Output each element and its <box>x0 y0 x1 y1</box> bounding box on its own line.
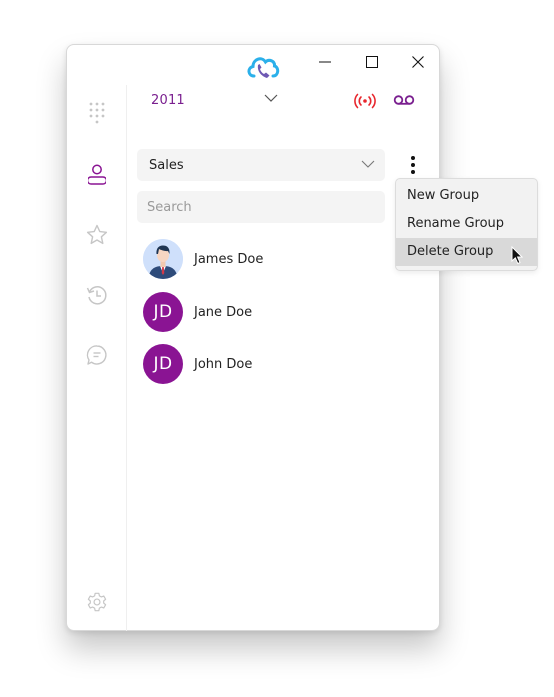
menu-item-rename-group[interactable]: Rename Group <box>396 210 537 238</box>
sidebar-item-history[interactable] <box>85 283 109 307</box>
contact-row[interactable]: JD Jane Doe <box>137 290 377 334</box>
sidebar-item-favorites[interactable] <box>85 223 109 247</box>
sidebar-item-dialpad[interactable] <box>85 101 109 125</box>
extension-label[interactable]: 2011 <box>151 93 185 108</box>
minimize-icon <box>319 61 331 63</box>
app-window: 2011 Sales Search James Doe JD Jane Doe … <box>66 44 440 631</box>
header-bar: 2011 <box>127 85 440 117</box>
group-select[interactable]: Sales <box>137 149 385 181</box>
chat-icon <box>86 345 107 365</box>
gear-icon <box>87 592 107 612</box>
title-bar <box>67 45 439 79</box>
star-icon <box>86 224 108 245</box>
close-icon <box>412 56 424 68</box>
menu-item-new-group[interactable]: New Group <box>396 182 537 210</box>
chevron-down-icon <box>361 160 375 168</box>
broadcast-icon[interactable] <box>353 93 377 109</box>
contacts-icon <box>88 164 106 185</box>
contact-name: James Doe <box>194 251 264 267</box>
avatar <box>143 239 183 279</box>
sidebar-item-contacts[interactable] <box>85 163 109 187</box>
avatar: JD <box>143 292 183 332</box>
sidebar-item-chat[interactable] <box>85 343 109 367</box>
contact-name: John Doe <box>194 356 253 372</box>
group-options-button[interactable] <box>403 151 423 179</box>
sidebar <box>67 85 127 631</box>
chevron-down-icon[interactable] <box>264 93 278 103</box>
maximize-button[interactable] <box>352 49 392 75</box>
avatar: JD <box>143 344 183 384</box>
minimize-button[interactable] <box>305 49 345 75</box>
search-input[interactable] <box>137 191 385 223</box>
settings-button[interactable] <box>85 590 109 614</box>
mouse-cursor-icon <box>511 246 523 265</box>
history-icon <box>86 286 107 305</box>
close-button[interactable] <box>398 49 438 75</box>
dialpad-icon <box>89 102 105 124</box>
person-avatar-icon <box>143 239 183 279</box>
contact-name: Jane Doe <box>194 304 253 320</box>
cloud-phone-icon <box>247 57 280 78</box>
maximize-icon <box>366 56 378 68</box>
contact-row[interactable]: JD John Doe <box>137 342 377 386</box>
group-select-value: Sales <box>149 157 184 173</box>
voicemail-icon[interactable] <box>393 93 415 107</box>
contact-row[interactable]: James Doe <box>137 237 377 281</box>
